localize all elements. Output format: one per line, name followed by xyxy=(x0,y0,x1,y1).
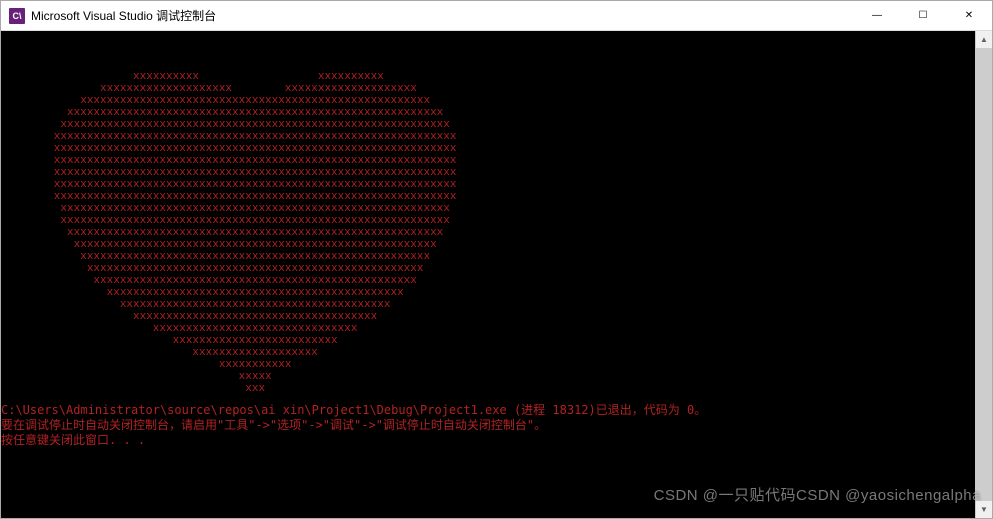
scroll-down-button[interactable]: ▼ xyxy=(976,501,992,518)
titlebar: C\ Microsoft Visual Studio 调试控制台 — ☐ ✕ xyxy=(1,1,992,31)
scroll-thumb[interactable] xyxy=(976,48,992,501)
console-content[interactable]: xxxxxxxxxx xxxxxxxxxx xxxxxxxxxxxxxxxxxx… xyxy=(1,31,975,518)
console-output-text: C:\Users\Administrator\source\repos\ai x… xyxy=(1,403,975,448)
console-window: C\ Microsoft Visual Studio 调试控制台 — ☐ ✕ x… xyxy=(0,0,993,519)
scroll-up-button[interactable]: ▲ xyxy=(976,31,992,48)
window-title: Microsoft Visual Studio 调试控制台 xyxy=(31,7,854,24)
console-area: xxxxxxxxxx xxxxxxxxxx xxxxxxxxxxxxxxxxxx… xyxy=(1,31,992,518)
vs-icon: C\ xyxy=(9,8,25,24)
maximize-button[interactable]: ☐ xyxy=(900,1,946,30)
window-controls: — ☐ ✕ xyxy=(854,1,992,30)
minimize-button[interactable]: — xyxy=(854,1,900,30)
scroll-track[interactable] xyxy=(976,48,992,501)
vertical-scrollbar[interactable]: ▲ ▼ xyxy=(975,31,992,518)
close-button[interactable]: ✕ xyxy=(946,1,992,30)
ascii-heart-art: xxxxxxxxxx xxxxxxxxxx xxxxxxxxxxxxxxxxxx… xyxy=(1,71,975,395)
